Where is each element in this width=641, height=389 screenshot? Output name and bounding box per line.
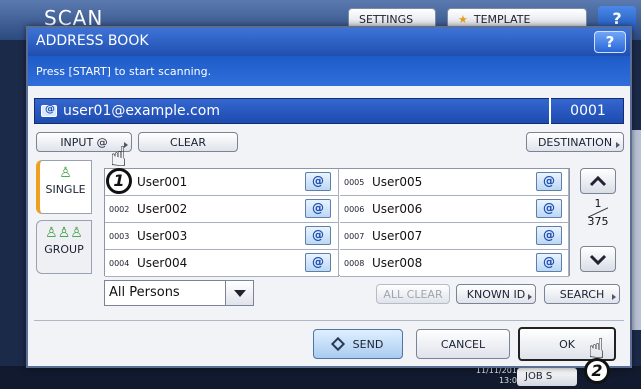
tab-single[interactable]: ♙ SINGLE [36,160,92,214]
email-icon[interactable]: @ [536,253,562,272]
destination-button[interactable]: DESTINATION [526,132,624,152]
contact-name: User006 [372,202,423,216]
email-icon[interactable]: @ [536,199,562,218]
known-id-label: KNOWN ID [466,287,526,301]
scroll-up-button[interactable] [580,168,616,194]
help-button[interactable]: ? [594,31,626,53]
address-book-dialog: ADDRESS BOOK ? Press [START] to start sc… [26,26,632,368]
status-datetime: 11/11/2011 13:06 [466,366,522,386]
destination-email: user01@example.com [63,103,220,119]
contact-name: User007 [372,229,423,243]
contact-name: User003 [137,229,188,243]
contact-row-0003[interactable]: 0003 User003 @ [105,223,339,250]
person-icon: ♙ [59,165,72,181]
submenu-arrow-icon [616,142,620,148]
email-icon[interactable]: @ [305,172,331,191]
contact-number: 0007 [344,232,365,241]
contact-number: 0003 [109,232,130,241]
contact-row-0002[interactable]: 0002 User002 @ [105,196,339,223]
email-icon[interactable]: @ [536,172,562,191]
tab-single-label: SINGLE [45,183,86,196]
contact-name: User005 [372,175,423,189]
input-email-label: INPUT @ [60,135,108,149]
email-icon[interactable]: @ [305,226,331,245]
group-icon: ♙♙♙ [45,225,83,241]
dropdown-arrow-icon [225,281,253,305]
email-icon[interactable]: @ [536,226,562,245]
step-badge-1: 1 [106,168,132,194]
send-diamond-icon [330,336,345,352]
search-label: SEARCH [559,287,605,301]
page-indicator: 1 375 [580,197,616,228]
contact-grid: 0001 User001 @ 0002 User002 @ 0003 User0… [104,168,570,277]
page-total: 375 [587,215,609,228]
contact-name: User002 [137,202,188,216]
screen: SCAN SETTINGS ★ TEMPLATE ? 11/11/2011 13:0… [0,0,641,389]
scroll-down-button[interactable] [580,246,616,272]
tab-group[interactable]: ♙♙♙ GROUP [36,220,92,274]
contact-row-0006[interactable]: 0006 User006 @ [340,196,569,223]
contact-number: 0008 [344,259,365,268]
contact-number: 0004 [109,259,130,268]
contact-row-0001[interactable]: 0001 User001 @ [105,169,339,196]
star-icon: ★ [458,12,468,26]
email-icon [41,104,57,117]
contact-name: User004 [137,256,188,270]
background-template-label: TEMPLATE [473,12,531,26]
destination-count: 0001 [549,98,625,124]
search-button[interactable]: SEARCH [544,284,620,304]
contact-row-0005[interactable]: 0005 User005 @ [340,169,569,196]
filter-selected-value: All Persons [109,285,180,300]
status-message: Press [START] to start scanning. [28,56,630,86]
job-status-button[interactable]: JOB S [517,368,577,386]
destination-label: DESTINATION [537,135,613,149]
submenu-arrow-icon [612,294,616,300]
contact-number: 0006 [344,205,365,214]
chevron-up-icon [589,175,607,187]
destination-bar: user01@example.com 0001 [34,98,624,124]
send-label: SEND [352,337,384,351]
chevron-down-icon [589,254,607,266]
submenu-arrow-icon [528,294,532,300]
tab-group-label: GROUP [44,243,84,256]
dialog-title: ADDRESS BOOK [36,33,149,49]
contact-row-0007[interactable]: 0007 User007 @ [340,223,569,250]
all-clear-button[interactable]: ALL CLEAR [376,284,450,304]
step-badge-2: 2 [584,358,610,384]
contact-name: User008 [372,256,423,270]
contact-number: 0002 [109,205,130,214]
contact-row-0004[interactable]: 0004 User004 @ [105,250,339,277]
contact-row-0008[interactable]: 0008 User008 @ [340,250,569,277]
send-button[interactable]: SEND [313,329,403,359]
page-current: 1 [594,197,602,210]
email-icon[interactable]: @ [305,253,331,272]
footer-divider [34,320,624,321]
clear-button[interactable]: CLEAR [138,132,238,152]
background-settings-label: SETTINGS [359,12,414,26]
known-id-button[interactable]: KNOWN ID [456,284,536,304]
contact-number: 0005 [344,178,365,187]
dialog-header: ADDRESS BOOK ? [28,28,630,56]
contact-name: User001 [137,175,188,189]
cancel-button[interactable]: CANCEL [416,329,510,359]
filter-select[interactable]: All Persons [104,280,254,306]
email-icon[interactable]: @ [305,199,331,218]
